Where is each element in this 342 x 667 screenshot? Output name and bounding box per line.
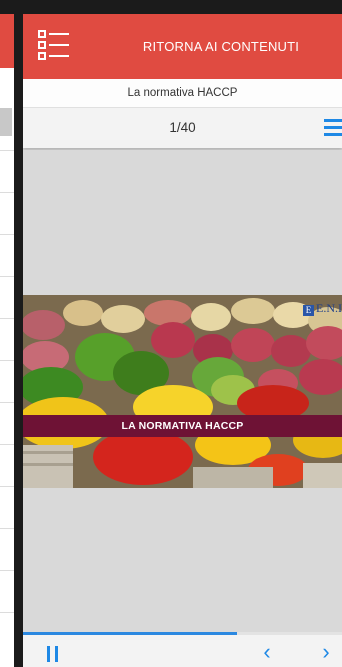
divider (0, 444, 14, 445)
slide-title-banner: LA NORMATIVA HACCP (23, 415, 342, 437)
slide-area: E E.N.I LA NORMATIVA HACCP (23, 150, 342, 630)
divider (0, 570, 14, 571)
divider (0, 318, 14, 319)
divider (0, 612, 14, 613)
vegetables-photo (23, 295, 342, 488)
chevron-right-icon[interactable]: › (316, 641, 336, 663)
divider (0, 402, 14, 403)
back-to-contents-link[interactable]: RITORNA AI CONTENUTI (111, 14, 331, 79)
pager-bar: 1/40 (23, 108, 342, 148)
list-icon[interactable] (37, 28, 71, 62)
slide-image: E E.N.I LA NORMATIVA HACCP (23, 295, 342, 488)
page-counter: 1/40 (169, 120, 196, 135)
divider (0, 528, 14, 529)
progress-bar[interactable] (23, 632, 342, 635)
background-panel (0, 14, 14, 667)
course-title: La normativa HACCP (23, 79, 342, 108)
pause-icon[interactable] (47, 646, 61, 662)
player-controls: ‹ › (23, 632, 342, 667)
app-header: RITORNA AI CONTENUTI (23, 14, 342, 79)
course-viewer: RITORNA AI CONTENUTI La normativa HACCP … (23, 14, 342, 667)
divider (0, 276, 14, 277)
divider (0, 150, 14, 151)
divider (0, 234, 14, 235)
chevron-left-icon[interactable]: ‹ (257, 641, 277, 663)
eni-logo: E E.N.I (303, 301, 342, 316)
background-header (0, 14, 14, 68)
divider (0, 192, 14, 193)
divider (0, 486, 14, 487)
hamburger-icon[interactable] (322, 115, 342, 141)
panel-gap (14, 0, 23, 667)
progress-fill (23, 632, 237, 635)
divider (0, 360, 14, 361)
background-row-highlight (0, 108, 12, 136)
logo-mark-icon: E (303, 305, 314, 316)
